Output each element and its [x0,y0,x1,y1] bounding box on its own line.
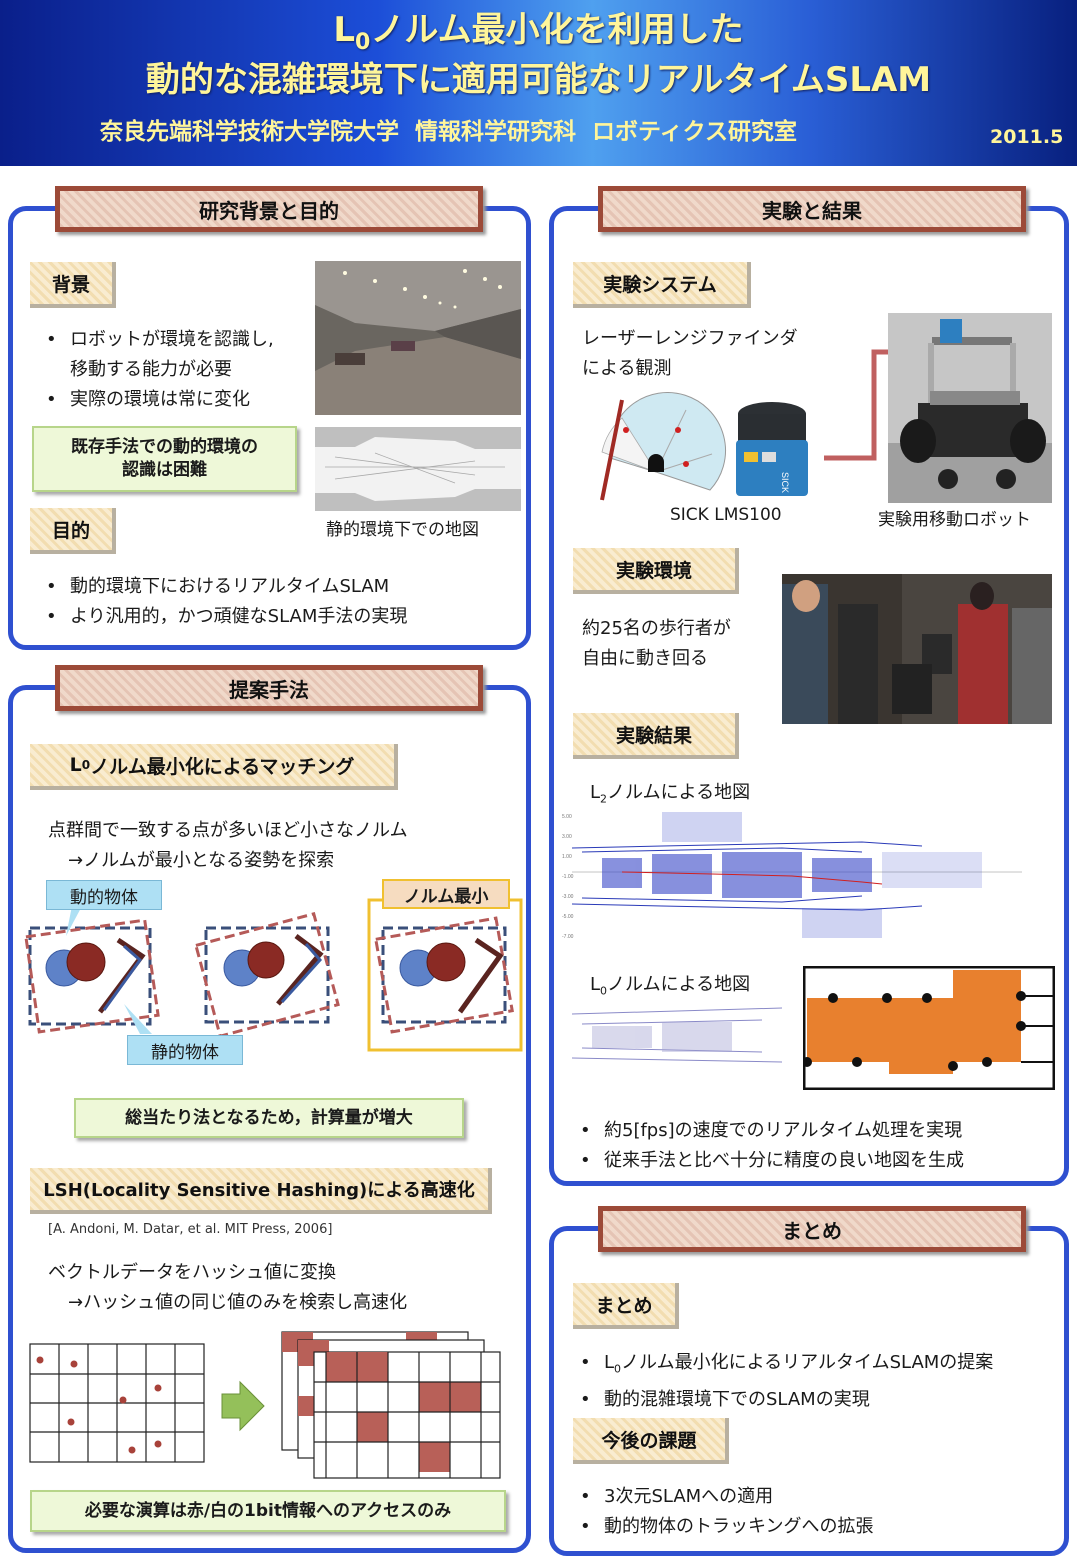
svg-text:3.00: 3.00 [562,834,572,840]
summary-item: 動的混雑環境下でのSLAMの実現 [576,1385,1062,1415]
result-label: 実験結果 [573,713,739,759]
poster-header: L0ノルム最小化を利用した 動的な混雑環境下に適用可能なリアルタイムSLAM 奈… [0,0,1077,166]
robot-photo [888,313,1052,503]
summary-item: L0ノルム最小化によるリアルタイムSLAMの提案 [576,1348,1062,1385]
summary-list: L0ノルム最小化によるリアルタイムSLAMの提案 動的混雑環境下でのSLAMの実… [576,1348,1062,1415]
future-work-item: 動的物体のトラッキングへの拡張 [576,1512,1056,1542]
title-line1: L0ノルム最小化を利用した [333,10,744,55]
l0-norm-map [562,1000,792,1076]
summary-label: まとめ [573,1283,679,1329]
lsh-diagram [26,1330,504,1480]
future-work-item: 3次元SLAMへの適用 [576,1482,1056,1512]
goal-item: より汎用的，かつ頑健なSLAM手法の実現 [42,602,512,632]
lsh-note: 必要な演算は赤/白の1bit情報へのアクセスのみ [30,1490,506,1532]
lsh-label: LSH(Locality Sensitive Hashing)による高速化 [30,1168,492,1214]
goal-item: 動的環境下におけるリアルタイムSLAM [42,572,512,602]
future-work-list: 3次元SLAMへの適用 動的物体のトラッキングへの拡張 [576,1482,1056,1542]
future-work-label: 今後の課題 [573,1418,729,1464]
robot-caption: 実験用移動ロボット [878,510,1031,530]
sensor-caption: SICK LMS100 [670,505,782,525]
l0-matching-label: L 0 ノルム最小化によるマッチング [30,744,398,790]
svg-text:1.00: 1.00 [562,854,572,860]
svg-text:SICK: SICK [780,472,790,493]
l2-map-caption: L2ノルムによる地図 [590,782,751,806]
goal-label: 目的 [30,508,116,554]
l0-text-2: →ノルムが最小となる姿勢を探索 [68,850,335,871]
corridor-photo [315,261,521,415]
svg-text:-3.00: -3.00 [562,894,574,900]
dynamic-object-callout: 動的物体 [46,880,162,910]
existing-method-note: 既存手法での動的環境の 認識は困難 [32,426,297,492]
environment-text: 約25名の歩行者が 自由に動き回る [582,618,731,669]
result-item: 約5[fps]の速度でのリアルタイム処理を実現 [576,1116,1056,1146]
l0-map-caption: L0ノルムによる地図 [590,974,751,998]
background-list: ロボットが環境を認識し,移動する能力が必要 実際の環境は常に変化 [42,325,322,415]
system-label: 実験システム [573,262,751,308]
date: 2011.5 [990,126,1064,148]
lsh-text-1: ベクトルデータをハッシュ値に変換 [48,1262,336,1283]
environment-label: 実験環境 [573,548,739,594]
experiment-section-title: 実験と結果 [598,186,1026,232]
cost-note: 総当たり法となるため，計算量が増大 [74,1098,464,1138]
l0-text-1: 点群間で一致する点が多いほど小さなノルム [48,820,408,841]
svg-text:-7.00: -7.00 [562,934,574,940]
svg-text:-5.00: -5.00 [562,914,574,920]
affiliation: 奈良先端科学技術大学院大学 情報科学研究科 ロボティクス研究室 [100,119,797,145]
background-section-title: 研究背景と目的 [55,186,483,232]
result-item: 従来手法と比べ十分に精度の良い地図を生成 [576,1146,1056,1176]
pedestrians-photo [782,574,1052,724]
floor-plan-map [802,965,1056,1091]
l2-norm-map: 5.00 3.00 1.00 -1.00 -3.00 -5.00 -7.00 [562,808,1028,948]
goal-list: 動的環境下におけるリアルタイムSLAM より汎用的，かつ頑健なSLAM手法の実現 [42,572,512,632]
background-item: 実際の環境は常に変化 [42,385,322,415]
static-object-callout: 静的物体 [127,1035,243,1065]
result-list: 約5[fps]の速度でのリアルタイム処理を実現 従来手法と比べ十分に精度の良い地… [576,1116,1056,1176]
svg-text:5.00: 5.00 [562,814,572,820]
static-map-caption: 静的環境下での地図 [326,520,479,540]
svg-text:-1.00: -1.00 [562,874,574,880]
static-map-image [315,427,521,511]
summary-section-title: まとめ [598,1206,1026,1252]
method-section-title: 提案手法 [55,665,483,711]
title-line2: 動的な混雑環境下に適用可能なリアルタイムSLAM [145,60,932,100]
system-text: レーザーレンジファインダ による観測 [582,328,798,379]
norm-min-callout: ノルム最小 [382,879,510,909]
lsh-text-2: →ハッシュ値の同じ値のみを検索し高速化 [68,1292,408,1313]
background-label: 背景 [30,262,116,308]
lsh-reference: [A. Andoni, M. Datar, et al. MIT Press, … [48,1222,333,1237]
background-item: ロボットが環境を認識し,移動する能力が必要 [42,325,322,385]
